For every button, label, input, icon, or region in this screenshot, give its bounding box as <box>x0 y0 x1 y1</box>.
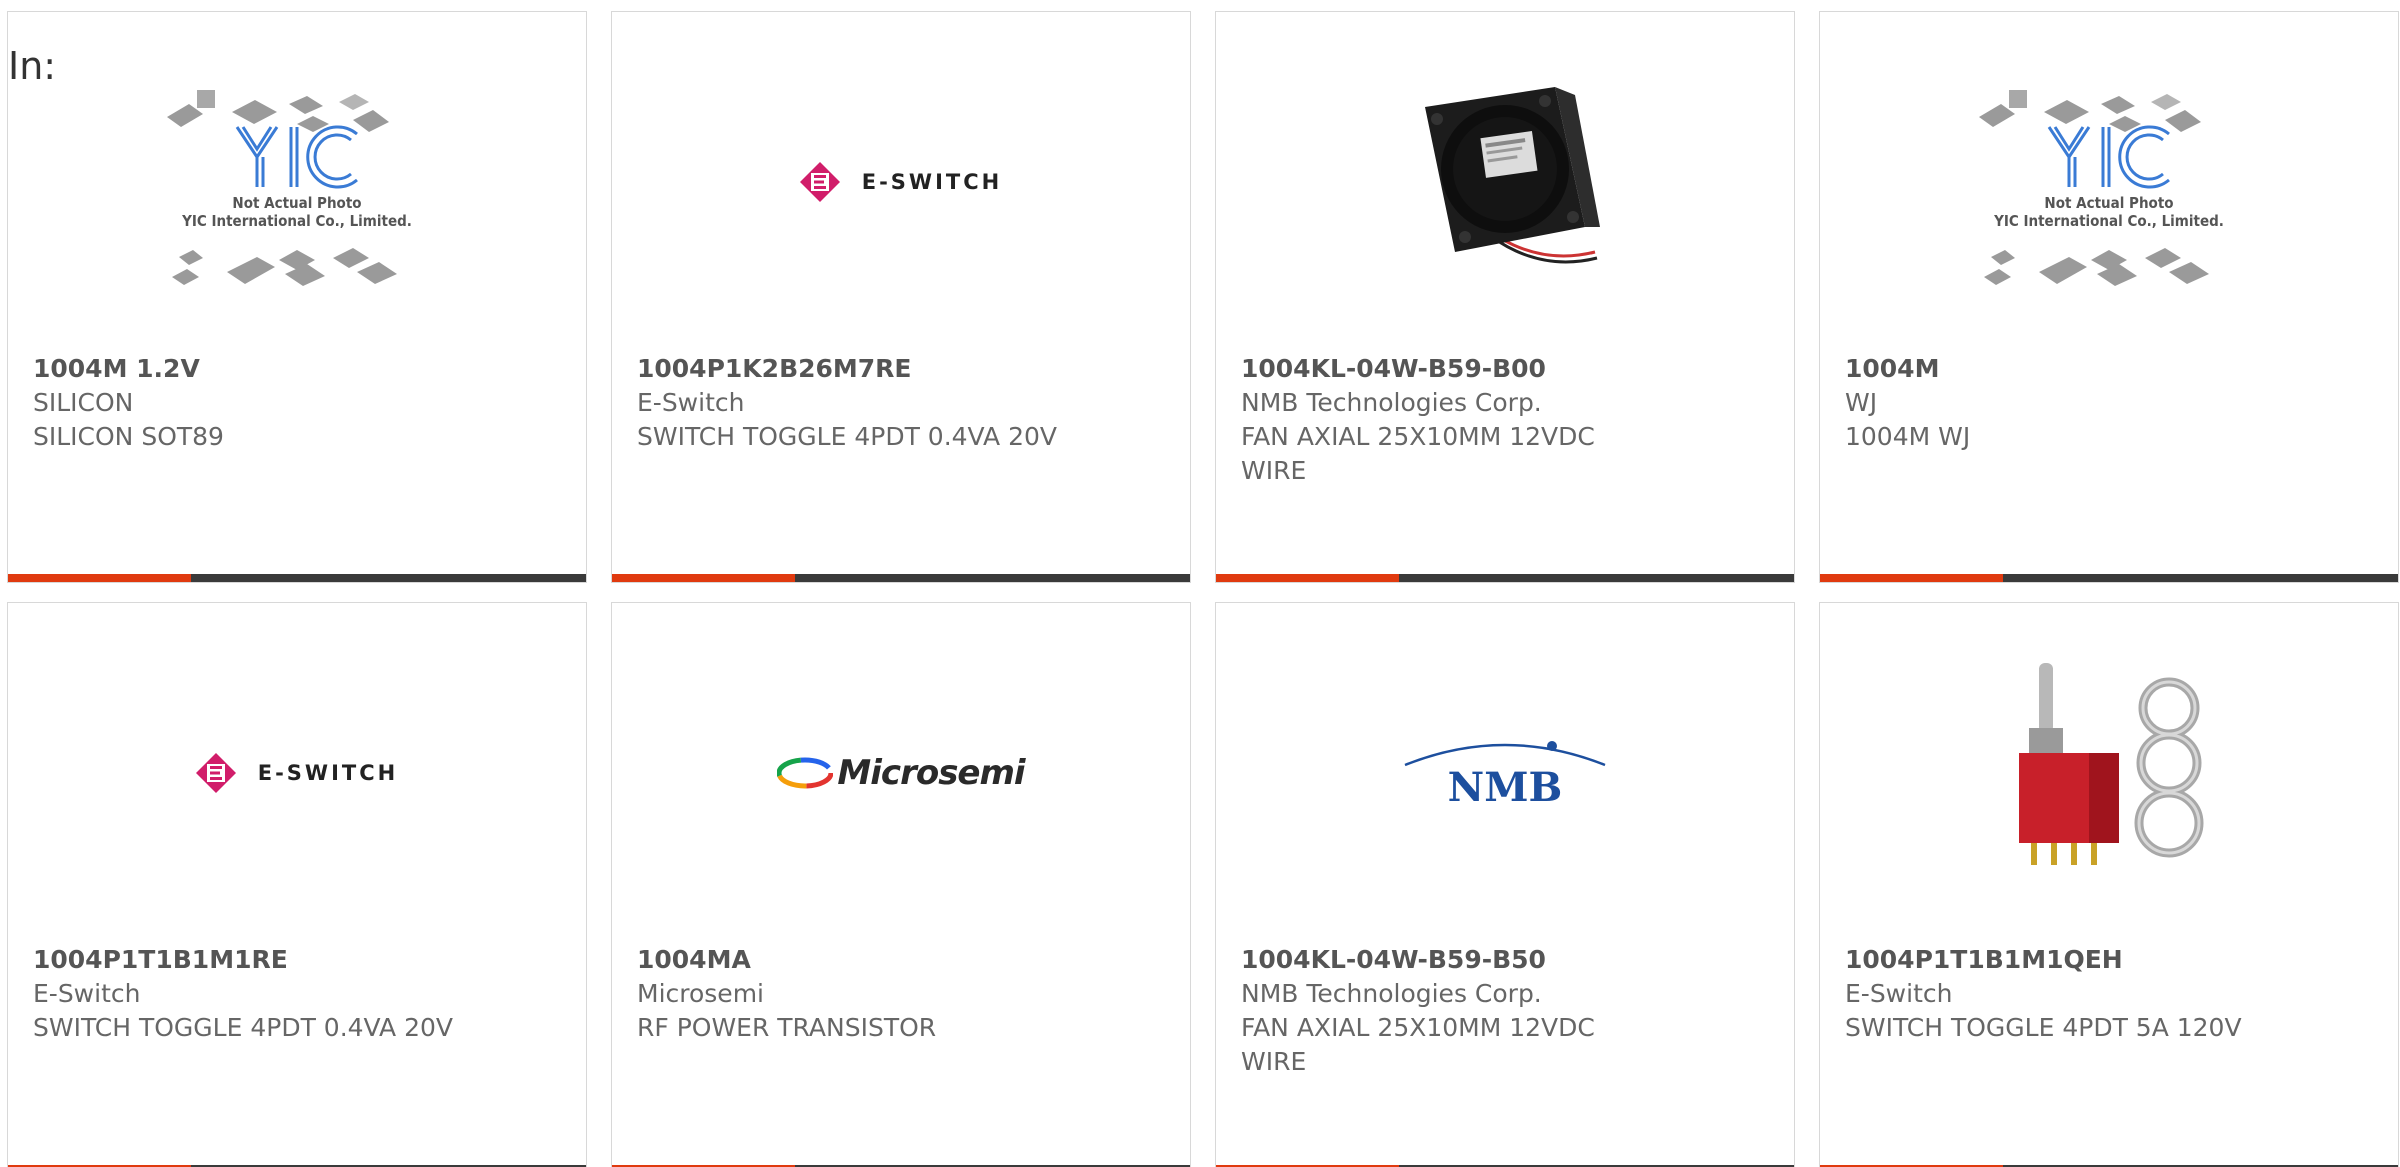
microsemi-swoosh-icon <box>777 757 834 789</box>
toggle-switch-photo <box>2019 663 2204 865</box>
product-info: 1004M WJ 1004M WJ <box>1845 352 2265 454</box>
yic-placeholder-icon: Not Actual Photo YIC International Co., … <box>157 62 437 302</box>
manufacturer: Microsemi <box>637 979 764 1008</box>
product-info: 1004MA Microsemi RF POWER TRANSISTOR <box>637 943 1057 1045</box>
product-image: Not Actual Photo YIC International Co., … <box>8 12 586 352</box>
part-number[interactable]: 1004P1K2B26M7RE <box>637 352 1057 386</box>
part-number[interactable]: 1004KL-04W-B59-B00 <box>1241 352 1661 386</box>
yic-caption-line1: Not Actual Photo <box>2044 194 2174 212</box>
product-card[interactable]: E-SWITCH 1004P1K2B26M7RE E-Switch SWITCH… <box>611 11 1191 583</box>
card-bar-accent <box>1820 574 2003 582</box>
manufacturer: NMB Technologies Corp. <box>1241 388 1542 417</box>
product-image: E-SWITCH <box>612 12 1190 352</box>
product-card[interactable]: E-SWITCH 1004P1T1B1M1RE E-Switch SWITCH … <box>7 602 587 1167</box>
description: FAN AXIAL 25X10MM 12VDC WIRE <box>1241 422 1595 485</box>
manufacturer: NMB Technologies Corp. <box>1241 979 1542 1008</box>
manufacturer: E-Switch <box>1845 979 1953 1008</box>
nmb-wordmark: NMB <box>1448 764 1563 811</box>
card-bar <box>1820 574 2398 582</box>
product-image: NMB <box>1216 603 1794 943</box>
part-number[interactable]: 1004M <box>1845 352 2265 386</box>
product-info: 1004P1T1B1M1QEH E-Switch SWITCH TOGGLE 4… <box>1845 943 2265 1045</box>
eswitch-logo: E-SWITCH <box>799 162 1003 202</box>
part-number[interactable]: 1004KL-04W-B59-B50 <box>1241 943 1661 977</box>
product-card[interactable]: 1004KL-04W-B59-B00 NMB Technologies Corp… <box>1215 11 1795 583</box>
product-info: 1004P1K2B26M7RE E-Switch SWITCH TOGGLE 4… <box>637 352 1057 454</box>
yic-caption-line2: YIC International Co., Limited. <box>1994 212 2224 230</box>
description: RF POWER TRANSISTOR <box>637 1013 937 1042</box>
card-bar <box>8 574 586 582</box>
yic-placeholder-icon: Not Actual Photo YIC International Co., … <box>1969 62 2249 302</box>
product-grid: Not Actual Photo YIC International Co., … <box>7 11 2399 1167</box>
yic-caption-line1: Not Actual Photo <box>232 194 362 212</box>
product-card[interactable]: 1004P1T1B1M1QEH E-Switch SWITCH TOGGLE 4… <box>1819 602 2399 1167</box>
eswitch-wordmark: E-SWITCH <box>257 761 399 785</box>
description: SILICON SOT89 <box>33 422 224 451</box>
nmb-logo: NMB <box>1404 741 1606 811</box>
product-info: 1004M 1.2V SILICON SILICON SOT89 <box>33 352 453 454</box>
product-card[interactable]: Not Actual Photo YIC International Co., … <box>1819 11 2399 583</box>
product-card[interactable]: Microsemi 1004MA Microsemi RF POWER TRAN… <box>611 602 1191 1167</box>
part-number[interactable]: 1004MA <box>637 943 1057 977</box>
card-bar <box>1216 574 1794 582</box>
manufacturer: E-Switch <box>33 979 141 1008</box>
description: SWITCH TOGGLE 4PDT 0.4VA 20V <box>637 422 1058 451</box>
product-image: Microsemi <box>612 603 1190 943</box>
microsemi-logo: Microsemi <box>777 753 1026 793</box>
card-bar-accent <box>1216 574 1399 582</box>
eswitch-mark-icon <box>799 162 840 202</box>
fan-photo <box>1425 87 1600 264</box>
eswitch-wordmark: E-SWITCH <box>861 170 1003 194</box>
product-image <box>1820 603 2398 943</box>
product-results-page: In: Not Actual Photo YIC International C… <box>0 0 2400 1167</box>
manufacturer: SILICON <box>33 388 134 417</box>
eswitch-logo: E-SWITCH <box>195 753 399 793</box>
description: FAN AXIAL 25X10MM 12VDC WIRE <box>1241 1013 1595 1076</box>
description: SWITCH TOGGLE 4PDT 0.4VA 20V <box>33 1013 454 1042</box>
part-number[interactable]: 1004P1T1B1M1RE <box>33 943 453 977</box>
in-label: In: <box>8 44 57 88</box>
product-card[interactable]: Not Actual Photo YIC International Co., … <box>7 11 587 583</box>
card-bar-accent <box>8 574 191 582</box>
part-number[interactable]: 1004P1T1B1M1QEH <box>1845 943 2265 977</box>
manufacturer: E-Switch <box>637 388 745 417</box>
product-info: 1004P1T1B1M1RE E-Switch SWITCH TOGGLE 4P… <box>33 943 453 1045</box>
product-info: 1004KL-04W-B59-B00 NMB Technologies Corp… <box>1241 352 1661 488</box>
product-image: E-SWITCH <box>8 603 586 943</box>
product-info: 1004KL-04W-B59-B50 NMB Technologies Corp… <box>1241 943 1661 1079</box>
card-bar <box>612 574 1190 582</box>
eswitch-mark-icon <box>195 753 236 793</box>
card-bar-accent <box>612 574 795 582</box>
product-image <box>1216 12 1794 352</box>
product-card[interactable]: NMB 1004KL-04W-B59-B50 NMB Technologies … <box>1215 602 1795 1167</box>
part-number[interactable]: 1004M 1.2V <box>33 352 453 386</box>
description: SWITCH TOGGLE 4PDT 5A 120V <box>1845 1013 2242 1042</box>
product-image: Not Actual Photo YIC International Co., … <box>1820 12 2398 352</box>
microsemi-wordmark: Microsemi <box>837 753 1025 793</box>
yic-caption-line2: YIC International Co., Limited. <box>182 212 412 230</box>
description: 1004M WJ <box>1845 422 1971 451</box>
manufacturer: WJ <box>1845 388 1878 417</box>
